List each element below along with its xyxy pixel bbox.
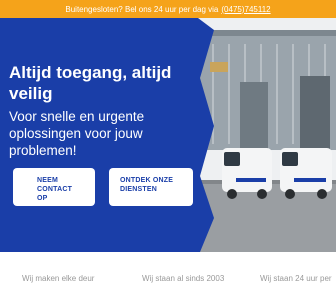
- feature-text: Wij staan 24 uur per: [260, 274, 332, 283]
- feature-text: Wij maken elke deur: [22, 274, 95, 283]
- features-strip: Wij maken elke deur Wij staan al sinds 2…: [0, 252, 336, 283]
- announcement-bar: Buitengesloten? Bel ons 24 uur per dag v…: [0, 0, 336, 18]
- hero-headline: Altijd toegang, altijd veilig: [9, 63, 172, 103]
- contact-button[interactable]: NEEM CONTACT OP: [13, 168, 95, 206]
- announcement-text: Buitengesloten? Bel ons 24 uur per dag v…: [65, 4, 219, 14]
- services-button[interactable]: ONTDEK ONZE DIENSTEN: [109, 168, 193, 206]
- feature-text: Wij staan al sinds 2003: [142, 274, 225, 283]
- phone-link[interactable]: (0475)745112: [221, 5, 270, 14]
- hero-section: Altijd toegang, altijd veilig Voor snell…: [0, 18, 336, 252]
- hero-subline: Voor snelle en urgente oplossingen voor …: [9, 109, 145, 158]
